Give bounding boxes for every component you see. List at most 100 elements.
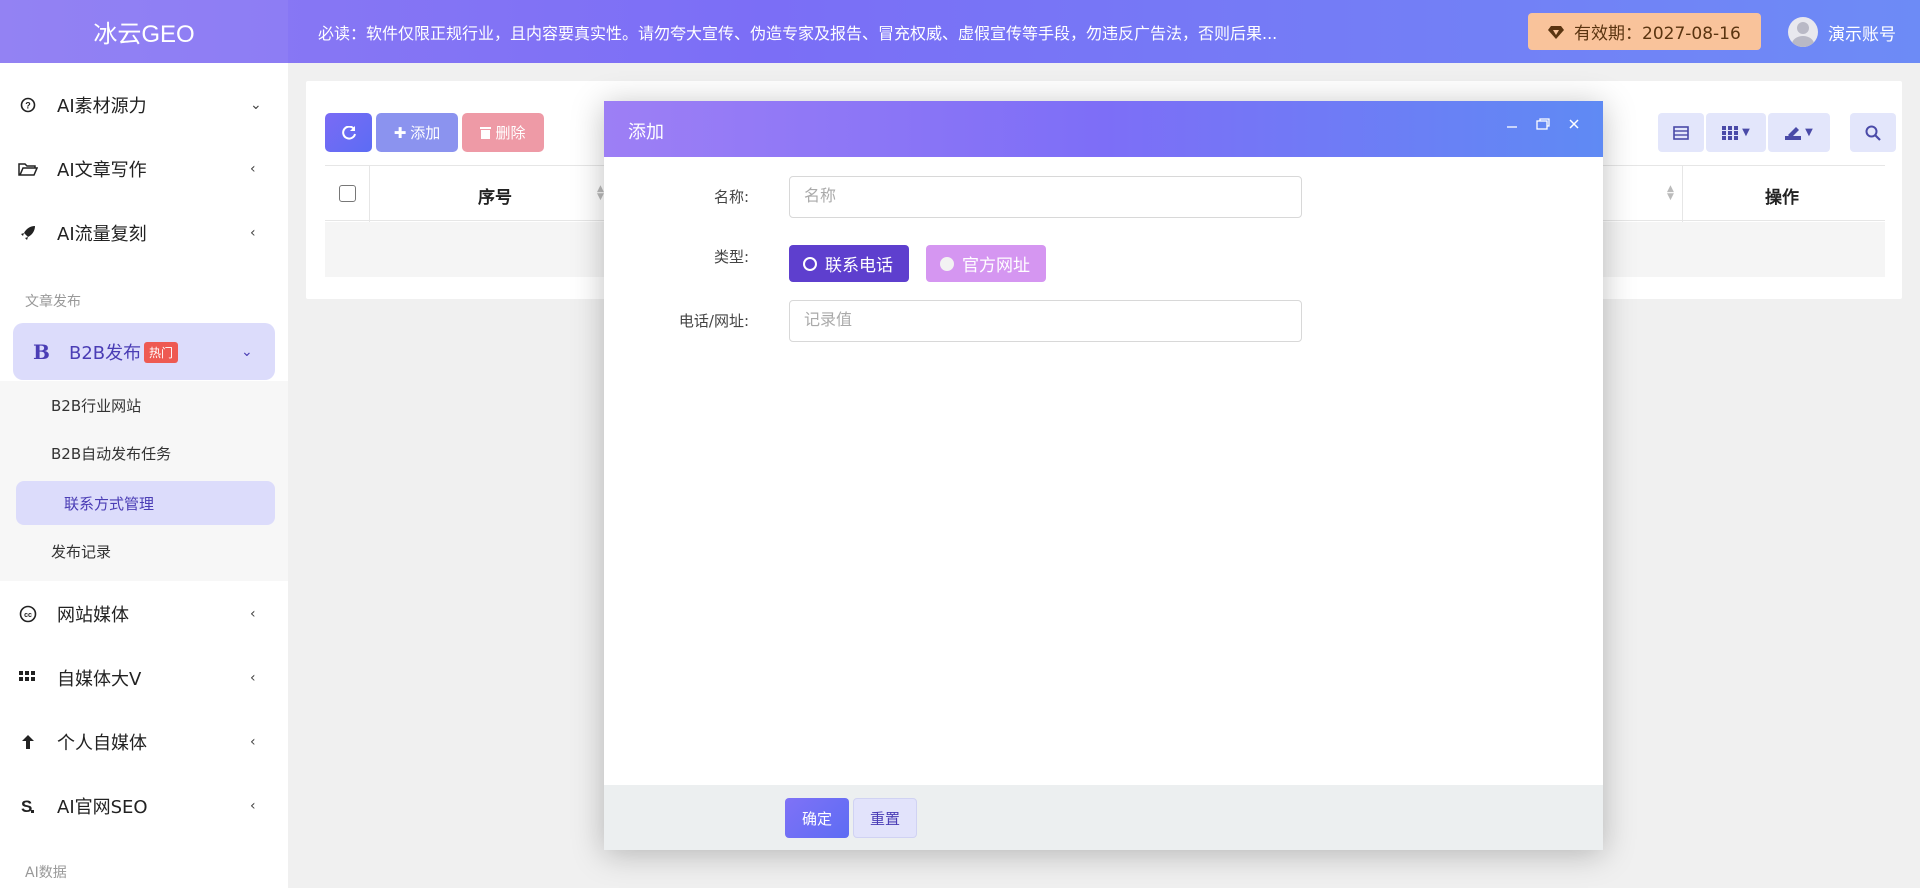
sidebar-item-label: 自媒体大V — [57, 669, 142, 690]
table-view-button[interactable] — [1658, 113, 1704, 152]
avatar — [1788, 17, 1818, 47]
maximize-icon[interactable] — [1536, 115, 1550, 134]
export-icon — [1785, 126, 1802, 140]
submenu-item-publish-records[interactable]: 发布记录 — [0, 527, 288, 575]
svg-text:S: S — [21, 797, 32, 815]
column-divider — [1682, 166, 1683, 222]
delete-button-label: 删除 — [495, 124, 526, 142]
sidebar-item-label: 个人自媒体 — [57, 733, 147, 754]
sidebar-item-ai-writing[interactable]: AI文章写作 ‹ — [0, 137, 288, 201]
name-label: 名称: — [713, 188, 749, 206]
sidebar-item-label: AI流量复刻 — [57, 224, 147, 245]
sidebar-item-label: AI素材源力 — [57, 96, 147, 117]
chevron-down-icon: ⌄ — [241, 343, 253, 360]
radio-circle-icon — [803, 256, 817, 271]
folder-open-icon — [18, 159, 38, 179]
confirm-button[interactable]: 确定 — [785, 798, 849, 838]
sidebar-item-self-media-v[interactable]: 自媒体大V ‹ — [0, 646, 288, 710]
caret-down-icon: ▼ — [1805, 127, 1813, 138]
app-logo[interactable]: 冰云GEO — [0, 0, 288, 63]
close-icon[interactable] — [1568, 115, 1580, 134]
sidebar-item-label: B2B发布 — [69, 342, 142, 364]
sidebar-item-personal-media[interactable]: 个人自媒体 ‹ — [0, 710, 288, 774]
dialog-footer: 确定 重置 — [604, 785, 1603, 850]
grid-icon — [18, 668, 38, 688]
column-divider — [369, 166, 370, 222]
search-icon — [1865, 125, 1881, 141]
value-input[interactable] — [789, 300, 1302, 342]
sidebar-item-label: 网站媒体 — [57, 605, 129, 626]
delete-button[interactable]: 删除 — [462, 113, 544, 152]
dialog-title: 添加 — [628, 122, 664, 143]
section-label-publish: 文章发布 — [25, 294, 81, 310]
sidebar: ? AI素材源力 ⌄ AI文章写作 ‹ AI流量复刻 ‹ 文章发布 B B2B发… — [0, 63, 288, 888]
chevron-left-icon: ‹ — [250, 161, 256, 177]
reset-button[interactable]: 重置 — [853, 798, 917, 838]
submenu-item-b2b-sites[interactable]: B2B行业网站 — [0, 381, 288, 429]
export-button[interactable]: ▼ — [1768, 113, 1830, 152]
svg-text:?: ? — [25, 101, 31, 111]
add-button[interactable]: ✚ 添加 — [376, 113, 458, 152]
sidebar-item-ai-traffic[interactable]: AI流量复刻 ‹ — [0, 201, 288, 265]
type-label: 类型: — [713, 248, 749, 266]
plus-icon: ✚ — [393, 123, 407, 142]
diamond-icon — [1548, 25, 1564, 39]
submenu-item-label: 联系方式管理 — [64, 494, 155, 513]
type-radio-phone[interactable]: 联系电话 — [789, 245, 909, 282]
trash-icon — [480, 127, 492, 139]
submenu-item-label: B2B自动发布任务 — [51, 444, 172, 463]
sidebar-item-b2b[interactable]: B B2B发布 热门 ⌄ — [13, 323, 275, 380]
column-header-action: 操作 — [1765, 188, 1799, 208]
chevron-left-icon: ‹ — [250, 670, 256, 686]
chevron-left-icon: ‹ — [250, 225, 256, 241]
notice-text: 必读：软件仅限正规行业，且内容要真实性。请勿夸大宣传、伪造专家及报告、冒充权威、… — [318, 24, 1278, 43]
columns-button[interactable]: ▼ — [1706, 113, 1766, 152]
radio-label: 联系电话 — [825, 256, 893, 276]
sidebar-item-ai-seo[interactable]: S AI官网SEO ‹ — [0, 774, 288, 838]
expire-label: 有效期：2027-08-16 — [1574, 24, 1741, 44]
caret-down-icon: ▼ — [1742, 127, 1750, 138]
chevron-left-icon: ‹ — [250, 734, 256, 750]
table-icon — [1673, 125, 1689, 140]
sidebar-item-label: AI官网SEO — [57, 797, 148, 818]
sort-icon[interactable]: ▲ ▼ — [597, 185, 604, 202]
submenu-item-b2b-auto-task[interactable]: B2B自动发布任务 — [0, 429, 288, 477]
search-button[interactable] — [1850, 113, 1896, 152]
radio-label: 官方网址 — [962, 256, 1030, 276]
rocket-icon — [18, 223, 38, 243]
submenu-item-label: B2B行业网站 — [51, 396, 142, 415]
user-name: 演示账号 — [1828, 24, 1896, 45]
chevron-left-icon: ‹ — [250, 798, 256, 814]
section-label-data: AI数据 — [25, 865, 67, 881]
sidebar-item-ai-material[interactable]: ? AI素材源力 ⌄ — [0, 73, 288, 137]
sidebar-item-web-media[interactable]: cc 网站媒体 ‹ — [0, 582, 288, 646]
b-letter-icon: B — [33, 339, 50, 364]
select-all-checkbox[interactable] — [339, 185, 356, 202]
radio-circle-icon — [940, 256, 954, 271]
refresh-icon — [341, 125, 356, 140]
submenu-item-contact-management[interactable]: 联系方式管理 — [16, 481, 275, 525]
expire-badge[interactable]: 有效期：2027-08-16 — [1528, 13, 1761, 50]
submenu-item-label: 发布记录 — [51, 542, 112, 561]
arrow-up-icon — [18, 732, 38, 752]
add-dialog: 添加 名称: 类型: 联系电话 官方网址 电话/网址: 确定 重置 — [604, 101, 1603, 850]
refresh-button[interactable] — [325, 113, 372, 152]
chevron-left-icon: ‹ — [250, 606, 256, 622]
top-header: 冰云GEO 必读：软件仅限正规行业，且内容要真实性。请勿夸大宣传、伪造专家及报告… — [0, 0, 1920, 63]
cc-icon: cc — [18, 604, 38, 624]
minimize-icon[interactable] — [1506, 115, 1518, 134]
dialog-header[interactable]: 添加 — [604, 101, 1603, 157]
value-label: 电话/网址: — [678, 312, 749, 330]
b2b-submenu: B2B行业网站 B2B自动发布任务 联系方式管理 发布记录 — [0, 381, 288, 581]
name-input[interactable] — [789, 176, 1302, 218]
chevron-down-icon: ⌄ — [250, 97, 262, 113]
grid-icon — [1722, 125, 1739, 140]
sidebar-item-label: AI文章写作 — [57, 160, 147, 181]
user-menu[interactable]: 演示账号 — [1788, 17, 1896, 47]
type-radio-website[interactable]: 官方网址 — [926, 245, 1046, 282]
question-circle-icon: ? — [18, 95, 38, 115]
seo-s-icon: S — [18, 796, 38, 816]
column-header-index[interactable]: 序号 — [478, 183, 512, 208]
svg-text:cc: cc — [24, 612, 32, 619]
sort-icon[interactable]: ▲ ▼ — [1667, 185, 1674, 202]
